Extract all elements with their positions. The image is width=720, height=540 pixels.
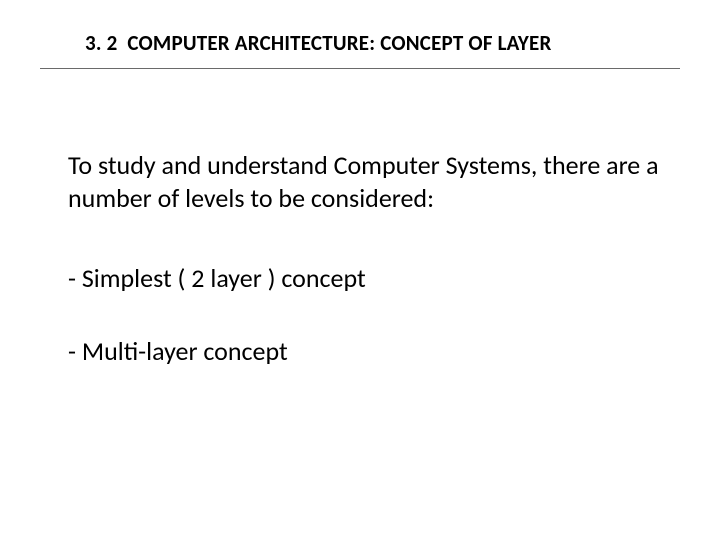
concept-item-2: - Multi-layer concept bbox=[68, 335, 665, 368]
slide-header: 3. 2 COMPUTER ARCHITECTURE: CONCEPT OF L… bbox=[0, 0, 720, 64]
title-text: COMPUTER ARCHITECTURE: CONCEPT OF LAYER bbox=[127, 30, 551, 56]
slide-body: To study and understand Computer Systems… bbox=[0, 69, 720, 367]
concept-item-1: - Simplest ( 2 layer ) concept bbox=[68, 262, 665, 295]
section-number: 3. 2 bbox=[85, 30, 117, 56]
slide: 3. 2 COMPUTER ARCHITECTURE: CONCEPT OF L… bbox=[0, 0, 720, 540]
intro-paragraph: To study and understand Computer Systems… bbox=[68, 149, 665, 214]
slide-title: 3. 2 COMPUTER ARCHITECTURE: CONCEPT OF L… bbox=[85, 30, 680, 56]
